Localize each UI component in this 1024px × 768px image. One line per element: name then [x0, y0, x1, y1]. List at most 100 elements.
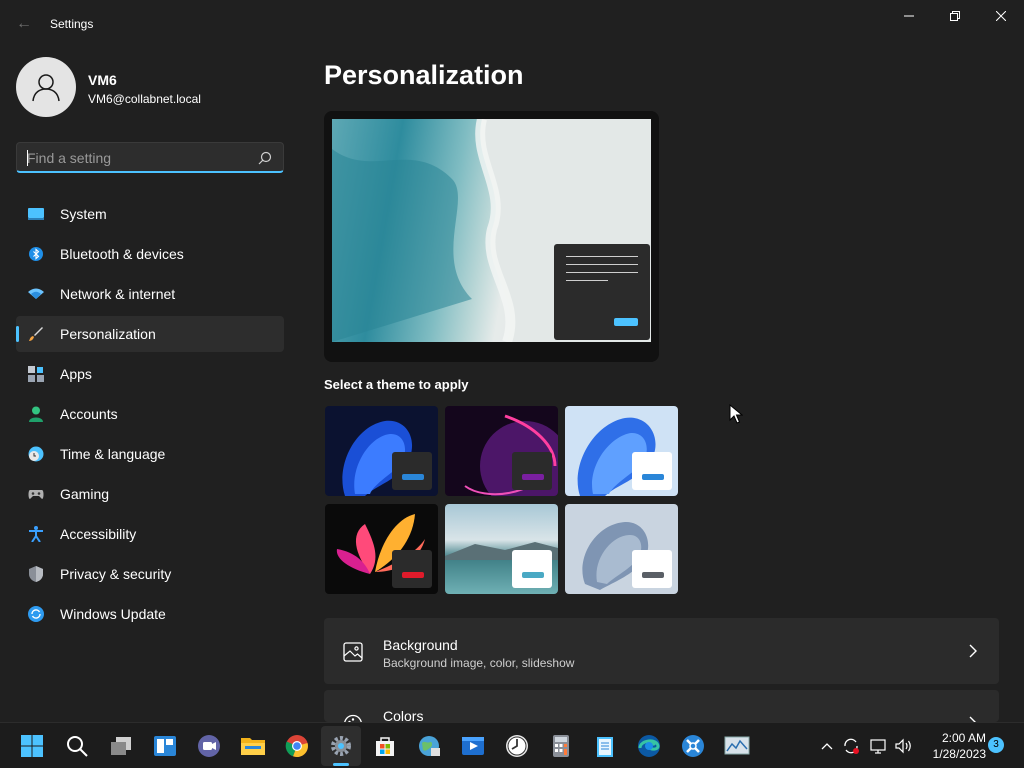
page-title: Personalization	[324, 60, 524, 90]
settings-icon	[331, 736, 351, 756]
network-globe-icon	[419, 736, 440, 756]
network-globe-button[interactable]	[415, 732, 443, 760]
sidebar-item-bluetooth[interactable]: Bluetooth & devices	[16, 236, 284, 272]
selection-indicator	[16, 326, 19, 342]
minimize-icon	[904, 15, 914, 17]
calculator-button[interactable]	[547, 732, 575, 760]
colors-setting-card[interactable]: Colors	[324, 690, 999, 722]
settings-app-button[interactable]	[327, 732, 355, 760]
theme-sunrise[interactable]	[445, 504, 558, 594]
update-icon	[28, 606, 44, 622]
sidebar-item-label: Bluetooth & devices	[60, 246, 184, 262]
theme-windows-dark[interactable]	[325, 406, 438, 496]
image-icon	[343, 642, 363, 662]
sidebar-item-accessibility[interactable]: Accessibility	[16, 516, 284, 552]
close-icon	[996, 11, 1006, 21]
close-button[interactable]	[978, 0, 1024, 32]
theme-accent-bar	[402, 474, 424, 480]
theme-accent-bar	[402, 572, 424, 578]
edge-button[interactable]	[635, 732, 663, 760]
theme-mini-window	[512, 550, 552, 588]
sidebar-item-time-language[interactable]: Time & language	[16, 436, 284, 472]
store-button[interactable]	[371, 732, 399, 760]
theme-preview	[324, 111, 659, 362]
accessibility-icon	[29, 526, 43, 542]
chevron-up-icon	[821, 743, 833, 750]
active-app-indicator	[333, 763, 349, 766]
sidebar-item-personalization[interactable]: Personalization	[16, 316, 284, 352]
theme-accent-bar	[522, 474, 544, 480]
preview-text-line	[566, 264, 638, 265]
sidebar-item-label: Network & internet	[60, 286, 176, 302]
back-button[interactable]: ←	[12, 12, 36, 36]
background-setting-card[interactable]: Background Background image, color, slid…	[324, 618, 999, 684]
wifi-icon	[28, 288, 44, 299]
bluetooth-icon	[29, 247, 43, 261]
monitor-icon	[724, 736, 750, 755]
start-button[interactable]	[18, 732, 46, 760]
restore-icon	[950, 11, 960, 21]
card-title: Colors	[383, 708, 424, 722]
sidebar-item-gaming[interactable]: Gaming	[16, 476, 284, 512]
file-explorer-icon	[241, 738, 265, 755]
theme-glow[interactable]	[445, 406, 558, 496]
settings-window: ← Settings VM6 VM6@collabnet.local Find …	[0, 0, 1024, 722]
gamepad-icon	[28, 490, 44, 499]
sync-tray-button[interactable]	[842, 737, 860, 755]
volume-tray-button[interactable]	[895, 737, 913, 755]
clock-date: 1/28/2023	[932, 747, 986, 761]
search-input[interactable]	[27, 149, 247, 167]
restore-button[interactable]	[932, 0, 978, 32]
notification-badge[interactable]: 3	[988, 737, 1004, 753]
taskbar: 2:00 AM 1/28/2023 3	[0, 722, 1024, 768]
chat-button[interactable]	[195, 732, 223, 760]
wallpaper-preview	[332, 119, 651, 342]
preview-accent-button	[614, 318, 638, 326]
search-field[interactable]	[16, 142, 284, 173]
palette-icon	[344, 714, 362, 722]
clock-app-button[interactable]	[503, 732, 531, 760]
sidebar-item-apps[interactable]: Apps	[16, 356, 284, 392]
sidebar-item-system[interactable]: System	[16, 196, 284, 232]
mouse-cursor-icon	[729, 404, 743, 424]
widgets-button[interactable]	[151, 732, 179, 760]
network-monitor-icon	[870, 739, 886, 754]
chrome-button[interactable]	[283, 732, 311, 760]
network-tray-button[interactable]	[870, 737, 888, 755]
sidebar-item-windows-update[interactable]: Windows Update	[16, 596, 284, 632]
card-title: Background	[383, 637, 458, 653]
theme-accent-bar	[642, 474, 664, 480]
monitor-app-button[interactable]	[723, 732, 751, 760]
tool-app-button[interactable]	[679, 732, 707, 760]
user-icon	[32, 74, 60, 102]
theme-mini-window	[512, 452, 552, 490]
sidebar-item-network[interactable]: Network & internet	[16, 276, 284, 312]
taskbar-clock[interactable]: 2:00 AM 1/28/2023	[920, 730, 986, 762]
media-player-button[interactable]	[459, 732, 487, 760]
preview-text-line	[566, 280, 608, 281]
sidebar-item-accounts[interactable]: Accounts	[16, 396, 284, 432]
minimize-button[interactable]	[886, 0, 932, 32]
theme-captured-motion[interactable]	[325, 504, 438, 594]
avatar[interactable]	[16, 57, 76, 117]
theme-windows-light[interactable]	[565, 406, 678, 496]
notepad-button[interactable]	[591, 732, 619, 760]
sidebar-item-label: Privacy & security	[60, 566, 172, 582]
show-hidden-icons-button[interactable]	[818, 737, 836, 755]
file-explorer-button[interactable]	[239, 732, 267, 760]
widgets-icon	[154, 736, 176, 756]
sidebar-item-privacy-security[interactable]: Privacy & security	[16, 556, 284, 592]
sidebar-item-label: Personalization	[60, 326, 156, 342]
theme-mini-window	[392, 452, 432, 490]
theme-flow[interactable]	[565, 504, 678, 594]
sidebar-nav: System Bluetooth & devices Network & int…	[16, 196, 284, 636]
shield-icon	[29, 566, 43, 582]
task-view-button[interactable]	[107, 732, 135, 760]
sidebar-item-label: Accessibility	[60, 526, 137, 542]
brush-icon	[29, 327, 43, 341]
clock-app-icon	[506, 735, 528, 757]
search-icon[interactable]	[258, 151, 272, 165]
taskbar-search-button[interactable]	[63, 732, 91, 760]
preview-window	[554, 244, 650, 340]
card-subtitle: Background image, color, slideshow	[383, 656, 575, 670]
